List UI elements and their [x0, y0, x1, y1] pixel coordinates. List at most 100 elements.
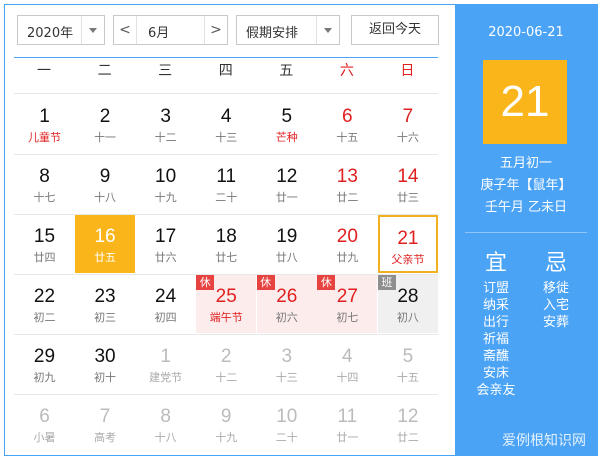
- day-cell[interactable]: 29 初九: [15, 335, 75, 393]
- weekday-label: 日: [400, 63, 415, 79]
- day-number: 4: [342, 346, 353, 367]
- lunar-label: 初四: [154, 311, 177, 324]
- day-cell[interactable]: 休 26 初六: [256, 275, 317, 333]
- day-cell[interactable]: 6 十五: [317, 95, 377, 153]
- day-cell[interactable]: 4 十三: [196, 95, 256, 153]
- yi-item: 出行: [482, 315, 509, 330]
- ganzhi-year: 庚子年【鼠年】: [480, 178, 572, 193]
- day-cell[interactable]: 10 二十: [257, 395, 317, 453]
- day-cell[interactable]: 7 高考: [75, 395, 135, 453]
- ji-item: 安葬: [542, 315, 569, 330]
- ji-title: 忌: [544, 251, 567, 276]
- day-cell[interactable]: 8 十八: [136, 395, 196, 453]
- month-select-value: 6月: [148, 26, 170, 41]
- day-cell[interactable]: 20 廿九: [317, 215, 377, 273]
- day-number: 8: [39, 166, 50, 187]
- day-number: 24: [155, 286, 177, 307]
- ganzhi-month-day: 壬午月 乙未日: [484, 200, 568, 215]
- day-cell[interactable]: 21 父亲节: [377, 215, 438, 273]
- day-cell[interactable]: 22 初二: [15, 275, 75, 333]
- day-cell[interactable]: 19 廿八: [257, 215, 317, 273]
- day-cell[interactable]: 12 廿一: [257, 155, 317, 213]
- watermark: 爱例根知识网: [502, 433, 586, 449]
- day-cell[interactable]: 24 初四: [136, 275, 196, 333]
- lunar-label: 初二: [33, 311, 56, 324]
- lunar-label: 小暑: [33, 431, 56, 444]
- yi-item: 会亲友: [476, 383, 516, 398]
- day-cell[interactable]: 13 廿二: [317, 155, 377, 213]
- day-cell[interactable]: 休 25 端午节: [196, 275, 257, 333]
- day-cell[interactable]: 11 二十: [196, 155, 256, 213]
- day-number: 7: [99, 406, 111, 427]
- year-select[interactable]: 2020年: [17, 15, 105, 45]
- day-cell[interactable]: 4 十四: [317, 335, 377, 393]
- day-number: 6: [342, 106, 353, 127]
- lunar-label: 十五: [396, 371, 419, 384]
- yi-title: 宜: [484, 251, 507, 276]
- lunar-label: 高考: [94, 431, 117, 444]
- day-cell[interactable]: 14 廿三: [378, 155, 438, 213]
- day-cell[interactable]: 9 十九: [196, 395, 256, 453]
- workday-badge: 班: [377, 275, 396, 290]
- lunar-label: 初七: [336, 311, 359, 324]
- next-month-button[interactable]: >: [204, 16, 227, 44]
- day-cell[interactable]: 23 初三: [75, 275, 135, 333]
- day-cell[interactable]: 1 儿童节: [15, 95, 75, 153]
- yi-item: 纳采: [482, 298, 509, 313]
- day-cell[interactable]: 休 27 初七: [317, 275, 378, 333]
- day-cell[interactable]: 18 廿七: [196, 215, 256, 273]
- lunar-label: 儿童节: [28, 131, 61, 144]
- day-cell[interactable]: 2 十一: [75, 95, 135, 153]
- day-cell[interactable]: 10 十九: [136, 155, 196, 213]
- back-to-today-button[interactable]: 返回今天: [351, 15, 439, 45]
- chevron-down-icon: [81, 16, 104, 44]
- prev-month-button[interactable]: <: [114, 16, 137, 44]
- day-cell[interactable]: 2 十二: [196, 335, 256, 393]
- lunar-label: 十九: [154, 191, 177, 204]
- weekday-label: 二: [97, 63, 112, 79]
- lunar-label: 端午节: [209, 311, 243, 324]
- selected-date: 2020-06-21: [488, 25, 564, 40]
- lunar-label: 初九: [33, 371, 56, 384]
- day-number: 10: [155, 166, 177, 187]
- day-cell[interactable]: 班 28 初八: [377, 275, 438, 333]
- day-cell[interactable]: 1 建党节: [136, 335, 196, 393]
- day-cell[interactable]: 30 初十: [75, 335, 135, 393]
- lunar-label: 十二: [154, 131, 177, 144]
- day-cell[interactable]: 12 廿二: [378, 395, 438, 453]
- day-cell[interactable]: 16 廿五: [75, 215, 136, 273]
- day-cell[interactable]: 6 小暑: [15, 395, 75, 453]
- day-number: 16: [94, 226, 116, 247]
- month-select[interactable]: < 6月 >: [113, 15, 228, 45]
- day-number: 12: [276, 166, 298, 187]
- day-number: 2: [220, 346, 232, 367]
- lunar-label: 十六: [396, 131, 419, 144]
- side-divider: [465, 232, 587, 233]
- day-cell[interactable]: 5 芒种: [257, 95, 317, 153]
- day-cell[interactable]: 8 十七: [15, 155, 75, 213]
- day-number: 10: [276, 406, 298, 427]
- weekday-label: 三: [158, 63, 173, 79]
- day-number: 3: [281, 346, 293, 367]
- day-number: 18: [215, 226, 237, 247]
- day-number: 23: [94, 286, 116, 307]
- day-cell[interactable]: 9 十八: [75, 155, 135, 213]
- lunar-label: 十一: [94, 131, 117, 144]
- day-number: 15: [33, 226, 56, 247]
- day-cell[interactable]: 17 廿六: [136, 215, 196, 273]
- day-cell[interactable]: 3 十三: [257, 335, 317, 393]
- day-number: 5: [402, 346, 414, 367]
- day-cell[interactable]: 5 十五: [378, 335, 438, 393]
- chevron-down-icon: [316, 16, 339, 44]
- day-cell[interactable]: 11 廿一: [317, 395, 377, 453]
- holiday-select[interactable]: 假期安排: [236, 15, 340, 45]
- day-number: 3: [160, 106, 171, 127]
- side-panel: 2020-06-21 21 五月初一 庚子年【鼠年】 壬午月 乙未日 宜 忌 订…: [455, 5, 597, 456]
- day-cell[interactable]: 15 廿四: [15, 215, 75, 273]
- day-cell[interactable]: 3 十二: [136, 95, 196, 153]
- day-number: 22: [33, 286, 56, 307]
- day-cell[interactable]: 7 十六: [378, 95, 438, 153]
- holiday-select-value: 假期安排: [246, 26, 299, 41]
- weekday-label: 六: [339, 63, 354, 79]
- yi-item: 祈福: [482, 332, 509, 347]
